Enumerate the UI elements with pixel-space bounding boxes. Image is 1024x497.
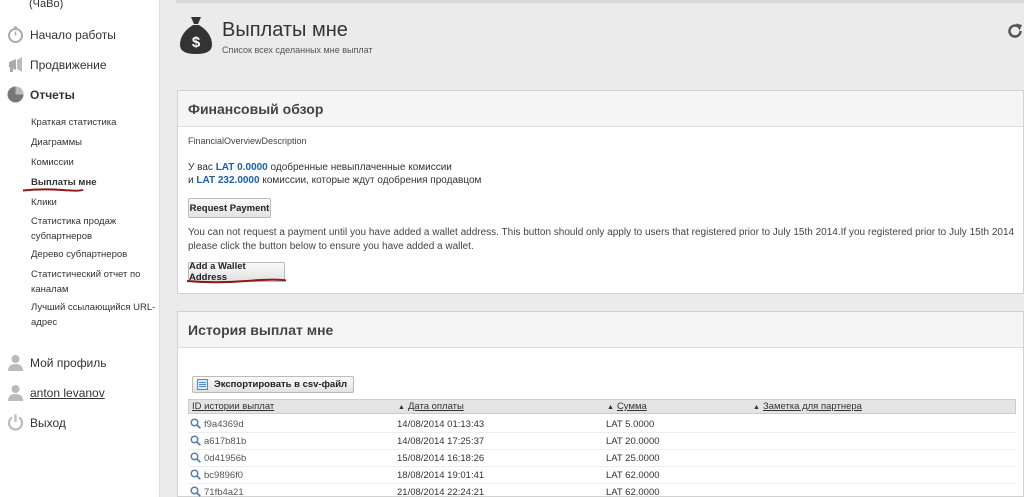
magnifier-icon[interactable] <box>190 418 201 429</box>
payout-date: 15/08/2014 16:18:26 <box>397 453 485 464</box>
sort-up-icon: ▲ <box>607 404 614 411</box>
sidebar-item-logout[interactable]: Выход <box>0 410 160 436</box>
power-icon <box>7 414 24 431</box>
request-payment-button[interactable]: Request Payment <box>188 198 271 218</box>
approved-unpaid-amount: LAT 0.0000 <box>215 162 268 173</box>
sidebar-subitem-brief-stats[interactable]: Краткая статистика <box>31 115 156 130</box>
sort-up-icon: ▲ <box>753 404 760 411</box>
user-icon <box>8 385 23 401</box>
sidebar-item-label: Продвижение <box>30 58 107 72</box>
payout-id[interactable]: bc9896f0 <box>204 470 243 481</box>
table-row: f9a4369d 14/08/2014 01:13:43 LAT 5.0000 <box>188 416 1016 433</box>
main-content: $ Выплаты мне Список всех сделанных мне … <box>160 0 1024 497</box>
pie-chart-icon <box>7 86 24 103</box>
pending-approval-amount: LAT 232.0000 <box>196 175 260 186</box>
payout-id[interactable]: 71fb4a21 <box>204 487 244 497</box>
text-suffix: комиссии, которые ждут одобрения продавц… <box>262 175 482 186</box>
payout-date: 14/08/2014 17:25:37 <box>397 436 485 447</box>
export-csv-button[interactable]: Экспортировать в csv-файл <box>192 376 354 393</box>
magnifier-icon[interactable] <box>190 486 201 497</box>
sidebar-item-label: Мой профиль <box>30 356 107 370</box>
sidebar-subitem-channel-report[interactable]: Статистический отчет по каналам <box>31 267 156 297</box>
text-prefix: У вас <box>188 162 213 173</box>
magnifier-icon[interactable] <box>190 435 201 446</box>
sidebar-item-username[interactable]: anton levanov <box>0 380 160 406</box>
column-header-date[interactable]: ▲ Дата оплаты <box>398 401 464 412</box>
sidebar-item-reports[interactable]: Отчеты <box>0 82 160 108</box>
top-divider <box>176 0 1024 3</box>
sidebar-subitem-subpartner-sales[interactable]: Статистика продаж субпартнеров <box>31 214 156 244</box>
sidebar-item-label: Отчеты <box>30 88 75 102</box>
sidebar-subitem-clicks[interactable]: Клики <box>31 195 156 210</box>
hand-drawn-underline <box>186 278 287 284</box>
sidebar-subitem-commissions[interactable]: Комиссии <box>31 155 156 170</box>
payout-date: 14/08/2014 01:13:43 <box>397 419 485 430</box>
financial-overview-panel: Финансовый обзор FinancialOverviewDescri… <box>177 90 1024 294</box>
svg-text:$: $ <box>192 34 201 51</box>
payout-id[interactable]: 0d41956b <box>204 453 246 464</box>
column-header-label: Заметка для партнера <box>762 401 862 412</box>
approved-unpaid-line: У вас LAT 0.0000 одобренные невыплаченны… <box>188 162 452 173</box>
payout-amount: LAT 5.0000 <box>606 419 655 430</box>
sidebar-item-label: Выход <box>30 416 66 430</box>
payout-history-panel: История выплат мне Экспортировать в csv-… <box>177 311 1024 497</box>
column-header-id[interactable]: ID истории выплат <box>192 401 274 412</box>
table-row: a617b81b 14/08/2014 17:25:37 LAT 20.0000 <box>188 433 1016 450</box>
payout-id[interactable]: a617b81b <box>204 436 246 447</box>
sidebar-subitem-charts[interactable]: Диаграммы <box>31 135 156 150</box>
text-suffix: одобренные невыплаченные комиссии <box>270 162 452 173</box>
payout-id[interactable]: f9a4369d <box>204 419 244 430</box>
payout-amount: LAT 62.0000 <box>606 487 660 497</box>
money-bag-icon: $ <box>180 17 212 54</box>
wallet-notice: You can not request a payment until you … <box>188 227 1015 252</box>
column-header-amount[interactable]: ▲ Сумма <box>607 401 647 412</box>
export-csv-label: Экспортировать в csv-файл <box>214 379 348 390</box>
sidebar-item-promotion[interactable]: Продвижение <box>0 52 160 78</box>
sidebar-item-label: anton levanov <box>30 386 105 400</box>
page-subtitle: Список всех сделанных мне выплат <box>222 45 373 55</box>
magnifier-icon[interactable] <box>190 469 201 480</box>
table-row: 0d41956b 15/08/2014 16:18:26 LAT 25.0000 <box>188 450 1016 467</box>
table-header: ID истории выплат ▲ Дата оплаты ▲ Сумма ▲ З… <box>188 399 1016 414</box>
payout-amount: LAT 25.0000 <box>606 453 660 464</box>
pending-approval-line: и LAT 232.0000 комиссии, которые ждут од… <box>188 175 481 186</box>
panel-title: История выплат мне <box>178 312 1023 348</box>
sidebar-item-faq[interactable]: (ЧаВо) <box>29 0 63 10</box>
sort-up-icon: ▲ <box>398 404 405 411</box>
payout-date: 18/08/2014 19:01:41 <box>397 470 485 481</box>
stopwatch-icon <box>8 26 23 43</box>
page-title: Выплаты мне <box>222 19 348 41</box>
hand-drawn-underline <box>22 188 84 192</box>
panel-description: FinancialOverviewDescription <box>188 136 307 146</box>
sidebar-subitem-subpartner-tree[interactable]: Дерево субпартнеров <box>31 247 156 262</box>
payout-amount: LAT 62.0000 <box>606 470 660 481</box>
spreadsheet-icon <box>197 379 208 390</box>
magnifier-icon[interactable] <box>190 452 201 463</box>
text-prefix: и <box>188 175 194 186</box>
column-header-label: Дата оплаты <box>407 401 464 412</box>
user-icon <box>8 355 23 371</box>
megaphone-icon <box>9 57 22 72</box>
sidebar-item-getting-started[interactable]: Начало работы <box>0 22 160 48</box>
payout-amount: LAT 20.0000 <box>606 436 660 447</box>
sidebar-subitem-top-referrer[interactable]: Лучший ссылающийся URL-адрес <box>31 300 156 330</box>
column-header-note[interactable]: ▲ Заметка для партнера <box>753 401 862 412</box>
panel-title: Финансовый обзор <box>178 91 1023 127</box>
payout-date: 21/08/2014 22:24:21 <box>397 487 485 497</box>
column-header-label: Сумма <box>616 401 647 412</box>
refresh-icon[interactable] <box>1006 22 1024 40</box>
table-row: 71fb4a21 21/08/2014 22:24:21 LAT 62.0000 <box>188 484 1016 497</box>
sidebar-item-label: Начало работы <box>30 28 116 42</box>
sidebar-item-my-profile[interactable]: Мой профиль <box>0 350 160 376</box>
sidebar: (ЧаВо) Начало работы Продвижение Отчеты … <box>0 0 160 497</box>
table-row: bc9896f0 18/08/2014 19:01:41 LAT 62.0000 <box>188 467 1016 484</box>
